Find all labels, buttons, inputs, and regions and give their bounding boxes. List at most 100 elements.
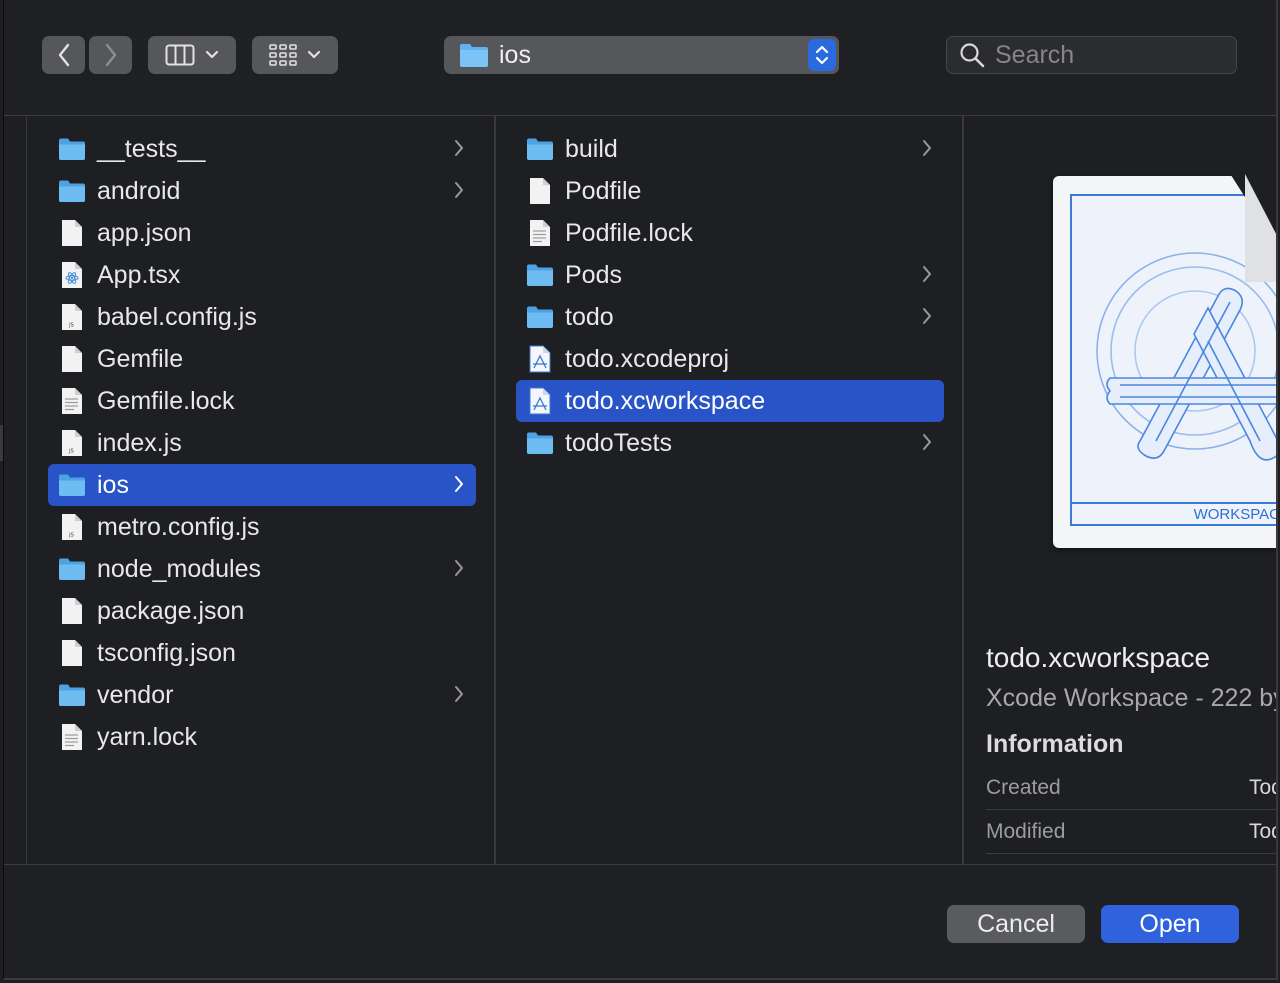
info-label: Created xyxy=(986,776,1061,799)
item-name: Gemfile xyxy=(97,344,184,373)
folder-row[interactable]: __tests__ xyxy=(48,128,476,170)
file-icon xyxy=(526,177,554,205)
file-row[interactable]: Podfile.lock xyxy=(516,212,944,254)
item-name: Podfile.lock xyxy=(565,218,693,247)
item-name: todo.xcodeproj xyxy=(565,344,730,373)
chevron-right-icon xyxy=(922,139,932,162)
location-popup[interactable]: ios xyxy=(444,36,839,74)
chevron-right-icon xyxy=(922,265,932,288)
file-row[interactable]: yarn.lock xyxy=(48,716,476,758)
search-field[interactable] xyxy=(946,36,1237,74)
svg-text:JS: JS xyxy=(68,449,74,455)
text-file-icon xyxy=(58,387,86,415)
item-name: todo xyxy=(565,302,614,331)
file-preview-thumbnail: WORKSPACE xyxy=(1053,172,1276,548)
file-list: __tests__android app.json App.tsx JS babel.c… xyxy=(27,128,494,758)
folder-icon xyxy=(526,303,554,331)
item-name: node_modules xyxy=(97,554,262,583)
folder-icon xyxy=(58,681,86,709)
grid-icon xyxy=(269,44,297,66)
search-input[interactable] xyxy=(993,39,1227,71)
file-icon xyxy=(58,345,86,373)
column-project: __tests__android app.json App.tsx JS babel.c… xyxy=(26,116,496,864)
js-file-icon: JS xyxy=(58,513,86,541)
preview-file-kind: Xcode Workspace - 222 bytes xyxy=(986,684,1276,712)
folder-row[interactable]: todo xyxy=(516,296,944,338)
open-button[interactable]: Open xyxy=(1101,905,1239,943)
file-row[interactable]: tsconfig.json xyxy=(48,632,476,674)
file-row[interactable]: todo.xcodeproj xyxy=(516,338,944,380)
item-name: Gemfile.lock xyxy=(97,386,235,415)
item-name: ios xyxy=(97,470,129,499)
js-file-icon: JS xyxy=(58,429,86,457)
folder-icon xyxy=(526,261,554,289)
view-mode-button[interactable] xyxy=(148,36,236,74)
item-name: todo.xcworkspace xyxy=(565,386,766,415)
folder-icon xyxy=(58,135,86,163)
xcode-file-icon xyxy=(526,387,554,415)
folder-row[interactable]: todoTests xyxy=(516,422,944,464)
react-file-icon xyxy=(58,261,86,289)
item-name: tsconfig.json xyxy=(97,638,236,667)
file-row[interactable]: App.tsx xyxy=(48,254,476,296)
open-dialog: ios __tests__android app.json App.tsx JS bab… xyxy=(3,0,1278,980)
xcode-file-icon xyxy=(526,345,554,373)
folder-row[interactable]: ios xyxy=(48,464,476,506)
item-name: yarn.lock xyxy=(97,722,198,751)
folder-icon xyxy=(58,555,86,583)
chevron-down-icon xyxy=(307,50,321,59)
file-row[interactable]: todo.xcworkspace xyxy=(516,380,944,422)
info-value: Today xyxy=(1249,776,1276,799)
info-row-created: Created Today xyxy=(986,766,1276,810)
item-name: Podfile xyxy=(565,176,642,205)
item-name: index.js xyxy=(97,428,182,457)
item-name: App.tsx xyxy=(97,260,181,289)
item-name: __tests__ xyxy=(97,134,206,163)
forward-button[interactable] xyxy=(89,36,132,74)
file-list: build Podfile Podfile.lock Pods todo todo.xco… xyxy=(496,128,962,464)
chevron-right-icon xyxy=(105,43,116,67)
chevron-left-icon xyxy=(58,43,69,67)
file-row[interactable]: JS index.js xyxy=(48,422,476,464)
info-value: Today xyxy=(1249,820,1276,843)
folder-icon xyxy=(460,44,488,67)
popup-arrows-icon xyxy=(808,39,836,71)
file-row[interactable]: app.json xyxy=(48,212,476,254)
file-row[interactable]: package.json xyxy=(48,590,476,632)
workspace-band xyxy=(1072,502,1276,504)
folder-row[interactable]: vendor xyxy=(48,674,476,716)
information-heading: Information xyxy=(986,730,1124,758)
window-edge xyxy=(0,425,3,461)
item-name: package.json xyxy=(97,596,245,625)
svg-text:JS: JS xyxy=(68,323,74,329)
file-row[interactable]: JS babel.config.js xyxy=(48,296,476,338)
folder-row[interactable]: build xyxy=(516,128,944,170)
item-name: todoTests xyxy=(565,428,673,457)
workspace-badge: WORKSPACE xyxy=(1193,506,1276,523)
column-view-icon xyxy=(165,44,195,66)
back-button[interactable] xyxy=(42,36,85,74)
item-name: build xyxy=(565,134,618,163)
group-button[interactable] xyxy=(252,36,338,74)
file-row[interactable]: Gemfile xyxy=(48,338,476,380)
chevron-right-icon xyxy=(454,181,464,204)
text-file-icon xyxy=(58,723,86,751)
folder-row[interactable]: Pods xyxy=(516,254,944,296)
chevron-right-icon xyxy=(454,475,464,498)
file-row[interactable]: Podfile xyxy=(516,170,944,212)
chevron-right-icon xyxy=(454,139,464,162)
file-icon xyxy=(58,219,86,247)
chevron-right-icon xyxy=(922,307,932,330)
chevron-down-icon xyxy=(205,50,219,59)
folder-row[interactable]: node_modules xyxy=(48,548,476,590)
folder-row[interactable]: android xyxy=(48,170,476,212)
file-row[interactable]: Gemfile.lock xyxy=(48,380,476,422)
folder-icon xyxy=(58,177,86,205)
toolbar: ios xyxy=(4,0,1276,116)
item-name: vendor xyxy=(97,680,174,709)
location-label: ios xyxy=(499,40,531,69)
item-name: babel.config.js xyxy=(97,302,257,331)
file-row[interactable]: JS metro.config.js xyxy=(48,506,476,548)
item-name: android xyxy=(97,176,181,205)
cancel-button[interactable]: Cancel xyxy=(947,905,1085,943)
